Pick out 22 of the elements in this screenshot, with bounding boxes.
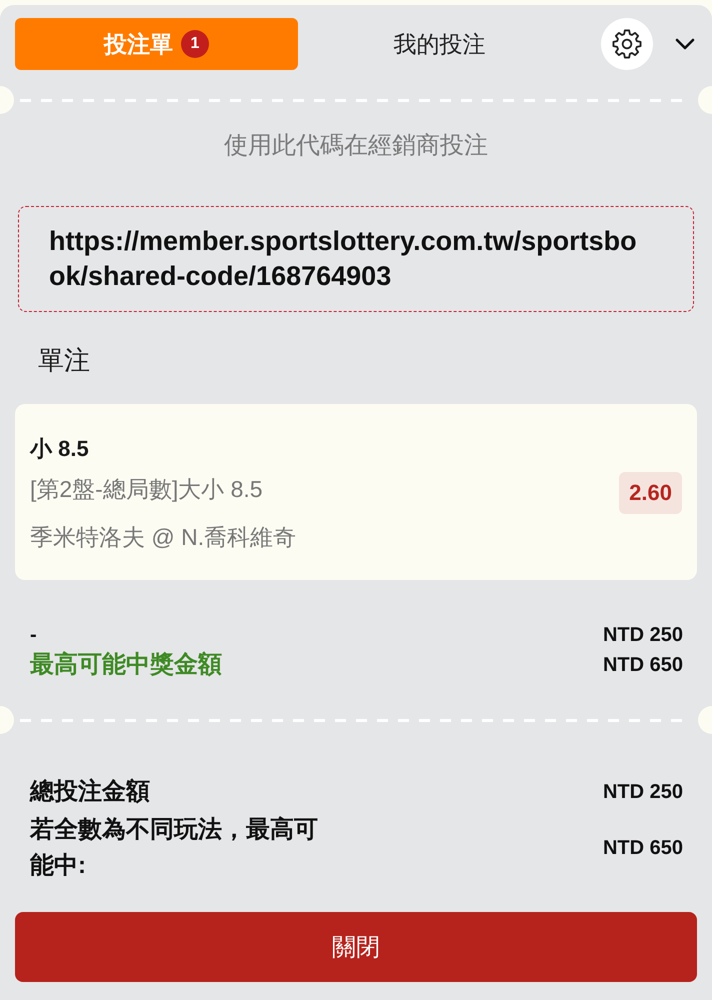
match-name: 季米特洛夫 @ N.喬科維奇 [30,523,298,552]
share-code-url: https://member.sportslottery.com.tw/sportsbook/shared-code/168764903 [18,206,694,312]
amount-text: NTD 650 [602,653,683,678]
max-payout-label: 最高可能中獎金額 [30,650,222,680]
stake-label: - [30,623,37,648]
amount-text: NTD 650 [602,836,683,860]
summary-label: 若全數為不同玩法，最高可能中: [30,815,319,881]
summary-label: 總投注金額 [30,777,150,807]
section-title: 單注 [38,344,91,376]
chevron-down-icon[interactable] [675,38,695,50]
settings-button[interactable] [601,18,653,70]
amount-text: NTD 250 [602,780,683,804]
tab[interactable]: 我的投注 [298,18,581,70]
close-button[interactable]: 關閉 [15,912,697,982]
amount-text: NTD 250 [602,623,683,648]
bet-market: [第2盤-總局數]大小 8.5 [30,475,264,504]
tab[interactable]: 投注單 1 [15,18,298,70]
bet-selection: 小 8.5 [30,435,90,463]
instruction-text: 使用此代碼在經銷商投注 [223,131,489,161]
odds-value: 2.60 [619,472,682,514]
count-badge: 1 [181,30,209,58]
settings-icon [611,28,643,60]
